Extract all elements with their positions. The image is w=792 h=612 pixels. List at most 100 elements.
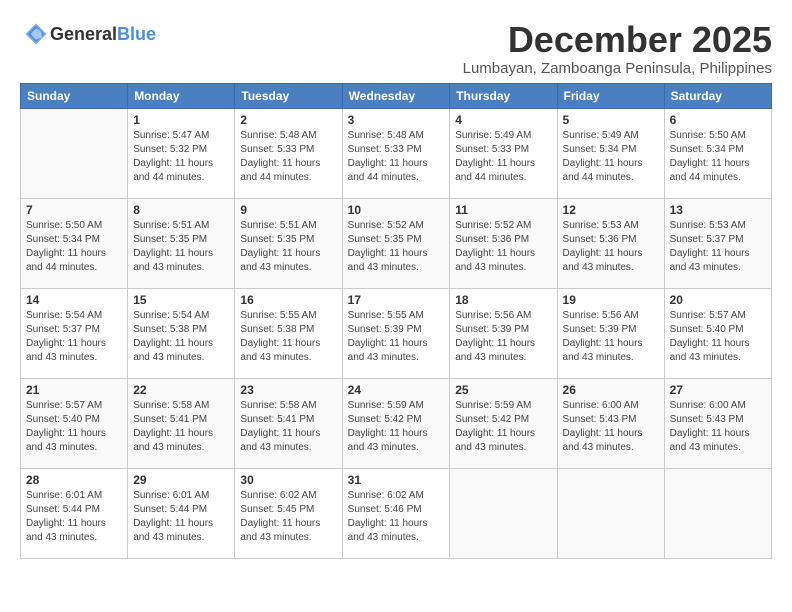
- day-number: 10: [348, 203, 445, 217]
- day-number: 24: [348, 383, 445, 397]
- calendar-cell: 29Sunrise: 6:01 AMSunset: 5:44 PMDayligh…: [128, 468, 235, 558]
- day-number: 21: [26, 383, 122, 397]
- calendar-cell: 10 Sunrise: 5:52 AMSunset: 5:35 PMDayligh…: [342, 198, 450, 288]
- calendar-cell: 1 Sunrise: 5:47 AMSunset: 5:32 PMDaylight…: [128, 108, 235, 198]
- calendar-week-row: 14Sunrise: 5:54 AMSunset: 5:37 PMDayligh…: [21, 288, 772, 378]
- day-number: 4: [455, 113, 551, 127]
- weekday-header-saturday: Saturday: [664, 83, 771, 108]
- calendar-cell: 31 Sunrise: 6:02 AMSunset: 5:46 PMDayligh…: [342, 468, 450, 558]
- calendar-cell: [450, 468, 557, 558]
- calendar-cell: 7Sunrise: 5:50 AMSunset: 5:34 PMDaylight…: [21, 198, 128, 288]
- day-info: Sunrise: 5:56 AMSunset: 5:39 PMDaylight:…: [563, 309, 659, 365]
- calendar-cell: 17 Sunrise: 5:55 AMSunset: 5:39 PMDayligh…: [342, 288, 450, 378]
- weekday-header-wednesday: Wednesday: [342, 83, 450, 108]
- calendar-week-row: 21Sunrise: 5:57 AMSunset: 5:40 PMDayligh…: [21, 378, 772, 468]
- weekday-header-monday: Monday: [128, 83, 235, 108]
- logo: GeneralBlue: [20, 20, 156, 48]
- month-year-title: December 2025: [463, 20, 772, 60]
- calendar-cell: 19 Sunrise: 5:56 AMSunset: 5:39 PMDayligh…: [557, 288, 664, 378]
- calendar-cell: 6 Sunrise: 5:50 AMSunset: 5:34 PMDaylight…: [664, 108, 771, 198]
- calendar-cell: 21Sunrise: 5:57 AMSunset: 5:40 PMDayligh…: [21, 378, 128, 468]
- day-info: Sunrise: 5:49 AMSunset: 5:34 PMDaylight:…: [563, 129, 659, 185]
- day-info: Sunrise: 5:52 AMSunset: 5:36 PMDaylight:…: [455, 219, 551, 275]
- day-number: 26: [563, 383, 659, 397]
- calendar-week-row: 7Sunrise: 5:50 AMSunset: 5:34 PMDaylight…: [21, 198, 772, 288]
- day-info: Sunrise: 5:52 AMSunset: 5:35 PMDaylight:…: [348, 219, 445, 275]
- calendar-cell: 23 Sunrise: 5:58 AMSunset: 5:41 PMDayligh…: [235, 378, 342, 468]
- calendar-cell: 22Sunrise: 5:58 AMSunset: 5:41 PMDayligh…: [128, 378, 235, 468]
- logo-general-text: General: [50, 24, 117, 44]
- day-number: 8: [133, 203, 229, 217]
- page-header: GeneralBlue December 2025 Lumbayan, Zamb…: [20, 20, 772, 77]
- calendar-week-row: 1 Sunrise: 5:47 AMSunset: 5:32 PMDaylight…: [21, 108, 772, 198]
- calendar-cell: 20Sunrise: 5:57 AMSunset: 5:40 PMDayligh…: [664, 288, 771, 378]
- day-number: 30: [240, 473, 336, 487]
- calendar-cell: 18Sunrise: 5:56 AMSunset: 5:39 PMDayligh…: [450, 288, 557, 378]
- calendar-cell: 24 Sunrise: 5:59 AMSunset: 5:42 PMDayligh…: [342, 378, 450, 468]
- calendar-cell: 25 Sunrise: 5:59 AMSunset: 5:42 PMDayligh…: [450, 378, 557, 468]
- day-info: Sunrise: 6:00 AMSunset: 5:43 PMDaylight:…: [563, 399, 659, 455]
- calendar-cell: 30 Sunrise: 6:02 AMSunset: 5:45 PMDayligh…: [235, 468, 342, 558]
- day-info: Sunrise: 5:57 AMSunset: 5:40 PMDaylight:…: [670, 309, 766, 365]
- day-info: Sunrise: 5:58 AMSunset: 5:41 PMDaylight:…: [240, 399, 336, 455]
- day-info: Sunrise: 5:47 AMSunset: 5:32 PMDaylight:…: [133, 129, 229, 185]
- calendar-cell: 27Sunrise: 6:00 AMSunset: 5:43 PMDayligh…: [664, 378, 771, 468]
- day-info: Sunrise: 5:59 AMSunset: 5:42 PMDaylight:…: [455, 399, 551, 455]
- day-info: Sunrise: 5:59 AMSunset: 5:42 PMDaylight:…: [348, 399, 445, 455]
- day-info: Sunrise: 6:02 AMSunset: 5:45 PMDaylight:…: [240, 489, 336, 545]
- day-info: Sunrise: 6:01 AMSunset: 5:44 PMDaylight:…: [26, 489, 122, 545]
- day-number: 11: [455, 203, 551, 217]
- day-info: Sunrise: 5:51 AMSunset: 5:35 PMDaylight:…: [240, 219, 336, 275]
- calendar-cell: 5 Sunrise: 5:49 AMSunset: 5:34 PMDaylight…: [557, 108, 664, 198]
- calendar-week-row: 28Sunrise: 6:01 AMSunset: 5:44 PMDayligh…: [21, 468, 772, 558]
- day-info: Sunrise: 5:50 AMSunset: 5:34 PMDaylight:…: [26, 219, 122, 275]
- calendar-table: SundayMondayTuesdayWednesdayThursdayFrid…: [20, 83, 772, 559]
- day-number: 23: [240, 383, 336, 397]
- calendar-cell: 11 Sunrise: 5:52 AMSunset: 5:36 PMDayligh…: [450, 198, 557, 288]
- location-subtitle: Lumbayan, Zamboanga Peninsula, Philippin…: [463, 60, 772, 77]
- day-info: Sunrise: 5:53 AMSunset: 5:37 PMDaylight:…: [670, 219, 766, 275]
- day-number: 5: [563, 113, 659, 127]
- day-number: 9: [240, 203, 336, 217]
- calendar-cell: [21, 108, 128, 198]
- day-number: 3: [348, 113, 445, 127]
- day-number: 1: [133, 113, 229, 127]
- calendar-cell: 13Sunrise: 5:53 AMSunset: 5:37 PMDayligh…: [664, 198, 771, 288]
- day-number: 29: [133, 473, 229, 487]
- calendar-cell: 9 Sunrise: 5:51 AMSunset: 5:35 PMDaylight…: [235, 198, 342, 288]
- day-number: 12: [563, 203, 659, 217]
- day-number: 17: [348, 293, 445, 307]
- day-number: 25: [455, 383, 551, 397]
- weekday-header-row: SundayMondayTuesdayWednesdayThursdayFrid…: [21, 83, 772, 108]
- weekday-header-sunday: Sunday: [21, 83, 128, 108]
- calendar-cell: 3 Sunrise: 5:48 AMSunset: 5:33 PMDaylight…: [342, 108, 450, 198]
- day-info: Sunrise: 5:50 AMSunset: 5:34 PMDaylight:…: [670, 129, 766, 185]
- calendar-cell: 26 Sunrise: 6:00 AMSunset: 5:43 PMDayligh…: [557, 378, 664, 468]
- day-info: Sunrise: 5:55 AMSunset: 5:39 PMDaylight:…: [348, 309, 445, 365]
- calendar-cell: 14Sunrise: 5:54 AMSunset: 5:37 PMDayligh…: [21, 288, 128, 378]
- day-info: Sunrise: 6:02 AMSunset: 5:46 PMDaylight:…: [348, 489, 445, 545]
- day-info: Sunrise: 5:49 AMSunset: 5:33 PMDaylight:…: [455, 129, 551, 185]
- day-number: 19: [563, 293, 659, 307]
- day-info: Sunrise: 5:51 AMSunset: 5:35 PMDaylight:…: [133, 219, 229, 275]
- calendar-cell: [664, 468, 771, 558]
- weekday-header-thursday: Thursday: [450, 83, 557, 108]
- day-number: 31: [348, 473, 445, 487]
- day-number: 15: [133, 293, 229, 307]
- logo-icon: [22, 20, 50, 48]
- day-number: 18: [455, 293, 551, 307]
- day-number: 6: [670, 113, 766, 127]
- day-info: Sunrise: 5:54 AMSunset: 5:37 PMDaylight:…: [26, 309, 122, 365]
- day-info: Sunrise: 5:48 AMSunset: 5:33 PMDaylight:…: [240, 129, 336, 185]
- title-block: December 2025 Lumbayan, Zamboanga Penins…: [463, 20, 772, 77]
- weekday-header-tuesday: Tuesday: [235, 83, 342, 108]
- day-info: Sunrise: 5:48 AMSunset: 5:33 PMDaylight:…: [348, 129, 445, 185]
- day-info: Sunrise: 5:54 AMSunset: 5:38 PMDaylight:…: [133, 309, 229, 365]
- day-number: 27: [670, 383, 766, 397]
- day-number: 2: [240, 113, 336, 127]
- day-info: Sunrise: 5:53 AMSunset: 5:36 PMDaylight:…: [563, 219, 659, 275]
- calendar-cell: 8 Sunrise: 5:51 AMSunset: 5:35 PMDaylight…: [128, 198, 235, 288]
- day-number: 16: [240, 293, 336, 307]
- calendar-cell: 2 Sunrise: 5:48 AMSunset: 5:33 PMDaylight…: [235, 108, 342, 198]
- calendar-cell: 12 Sunrise: 5:53 AMSunset: 5:36 PMDayligh…: [557, 198, 664, 288]
